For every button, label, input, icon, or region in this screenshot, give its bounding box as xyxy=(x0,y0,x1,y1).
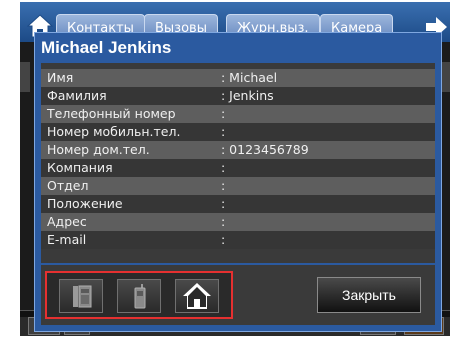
detail-row-address: Адрес : xyxy=(41,213,435,231)
field-label: Отдел xyxy=(47,178,89,193)
office-phone-button[interactable] xyxy=(59,279,103,313)
dialog-title: Michael Jenkins xyxy=(41,38,172,57)
detail-row-email: E-mail : xyxy=(41,231,435,249)
office-phone-icon xyxy=(73,285,92,308)
detail-row-mobile: Номер мобильн.тел. : xyxy=(41,123,435,141)
field-label: Имя xyxy=(47,70,74,85)
field-value: : 0123456789 xyxy=(221,142,309,157)
detail-row-phone: Телефонный номер : xyxy=(41,105,435,123)
field-label: Номер дом.тел. xyxy=(47,142,150,157)
background-edge-left xyxy=(20,62,30,92)
contact-details-dialog: Michael Jenkins Имя : Michael Фамилия : … xyxy=(34,32,442,332)
field-label: Номер мобильн.тел. xyxy=(47,124,181,139)
home-icon xyxy=(183,283,211,309)
field-value: : xyxy=(221,196,226,211)
detail-row-home-phone: Номер дом.тел. : 0123456789 xyxy=(41,141,435,159)
detail-row-department: Отдел : xyxy=(41,177,435,195)
dialog-button-area: Закрыть xyxy=(41,265,435,325)
detail-row-last-name: Фамилия : Jenkins xyxy=(41,87,435,105)
contact-details-list: Имя : Michael Фамилия : Jenkins Телефонн… xyxy=(41,63,435,263)
field-value: : xyxy=(221,232,226,247)
field-value: : Michael xyxy=(221,70,278,85)
detail-row-position: Положение : xyxy=(41,195,435,213)
detail-row-first-name: Имя : Michael xyxy=(41,69,435,87)
field-label: Адрес xyxy=(47,214,87,229)
mobile-phone-icon xyxy=(134,284,146,309)
detail-row-company: Компания : xyxy=(41,159,435,177)
call-type-icon-group xyxy=(45,271,233,319)
field-value: : xyxy=(221,160,226,175)
home-phone-button[interactable] xyxy=(175,279,219,313)
field-value: : xyxy=(221,178,226,193)
field-label: Компания xyxy=(47,160,113,175)
field-label: Фамилия xyxy=(47,88,107,103)
field-value: : xyxy=(221,124,226,139)
mobile-phone-button[interactable] xyxy=(117,279,161,313)
field-label: E-mail xyxy=(47,232,87,247)
field-value: : Jenkins xyxy=(221,88,274,103)
close-button[interactable]: Закрыть xyxy=(317,277,421,313)
device-screen: Контакты Вызовы Журн.выз. Камера Michael… xyxy=(20,2,450,336)
field-label: Положение xyxy=(47,196,123,211)
field-value: : xyxy=(221,214,226,229)
field-value: : xyxy=(221,106,226,121)
field-label: Телефонный номер xyxy=(47,106,176,121)
